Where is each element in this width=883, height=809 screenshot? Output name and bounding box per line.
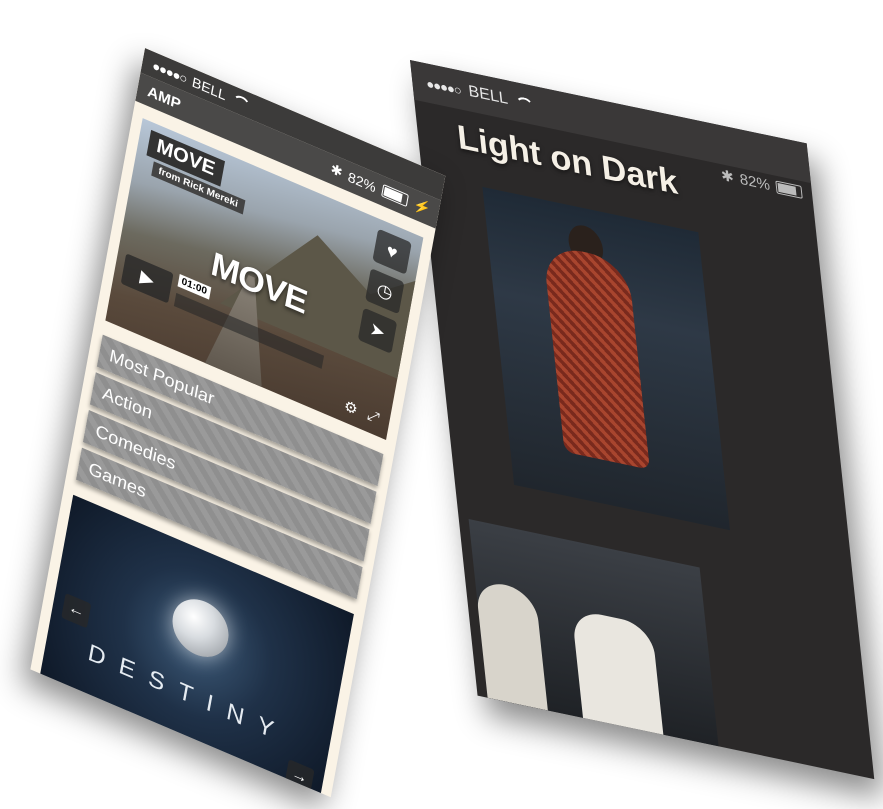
back-phone: ●●●●○ BELL ✱ 82% Light on Dark	[410, 60, 875, 780]
heart-icon[interactable]: ♥	[372, 228, 412, 275]
arrow-right-icon[interactable]: →	[284, 759, 315, 795]
charging-icon: ⚡	[411, 195, 432, 218]
app-title: AMP	[146, 82, 183, 113]
model-figure-3	[571, 608, 665, 745]
battery-icon	[380, 183, 409, 207]
wifi-icon	[515, 95, 535, 112]
battery-label: 82%	[346, 168, 378, 195]
arrow-left-icon[interactable]: ←	[61, 593, 92, 629]
battery-label: 82%	[738, 170, 771, 194]
battery-icon	[775, 179, 803, 199]
fullscreen-icon[interactable]: ⤢	[366, 406, 381, 428]
model-figure	[542, 243, 650, 470]
fashion-photo[interactable]	[482, 186, 730, 531]
signal-icon: ●●●●○	[425, 75, 462, 98]
bluetooth-icon: ✱	[329, 160, 344, 181]
traveler-orb	[168, 589, 233, 667]
play-button[interactable]: ▶	[120, 253, 174, 304]
front-phone: ●●●●○ BELL AMP ✱ 82% ⚡ MOVE from Rick Me…	[30, 48, 446, 798]
gear-icon[interactable]: ⚙	[343, 396, 359, 419]
wifi-icon	[230, 92, 251, 112]
fashion-photo-2[interactable]	[468, 519, 719, 747]
status-right: ✱ 82%	[720, 166, 803, 201]
bluetooth-icon: ✱	[720, 166, 735, 187]
model-figure-2	[474, 578, 548, 711]
carrier-label: BELL	[467, 82, 509, 108]
progress-fill	[173, 292, 177, 307]
video-controls: ⚙ ⤢	[343, 396, 381, 428]
